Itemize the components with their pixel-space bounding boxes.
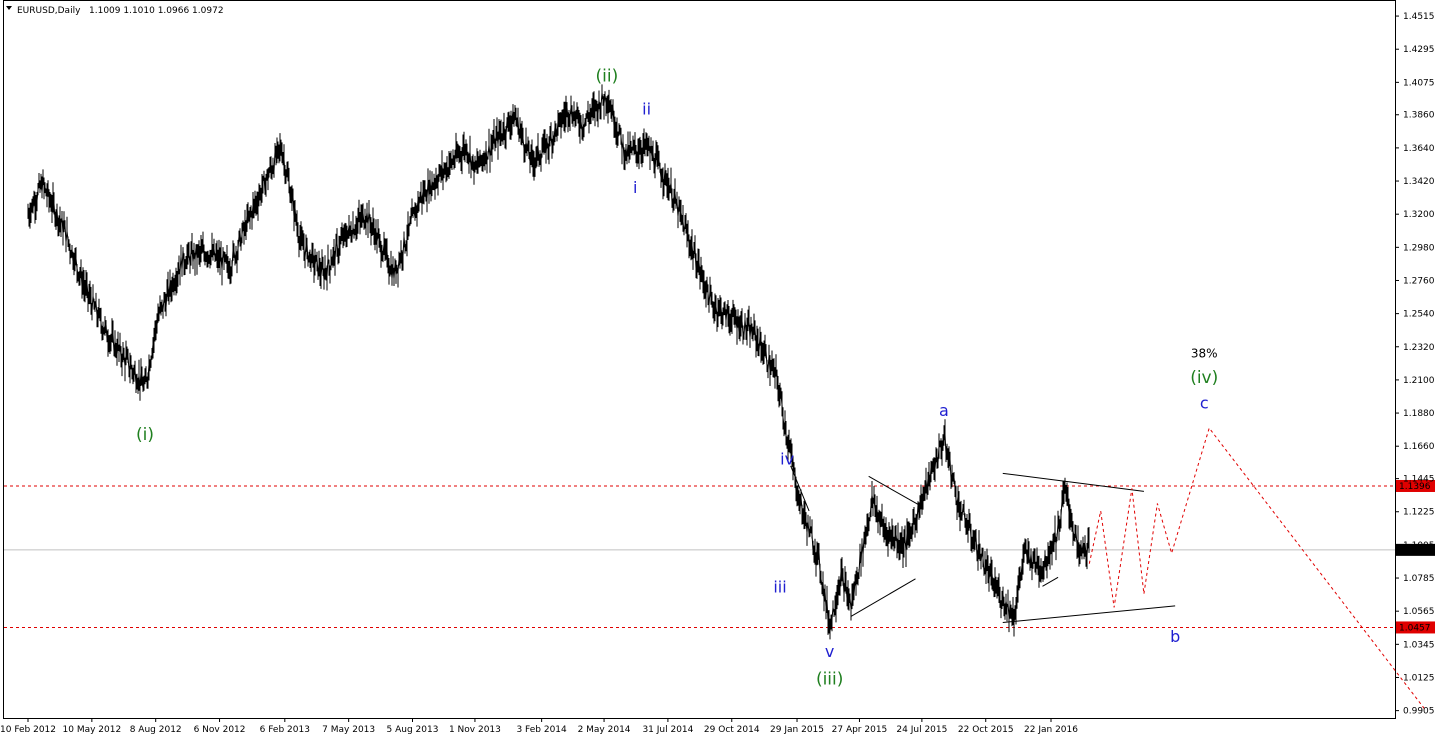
x-tick-label: 10 Feb 2012 [0,725,56,735]
wave-label: (ii) [596,67,619,87]
wave-label: ii [642,100,651,119]
wave-label: iv [780,449,794,468]
wave-label: i [633,178,637,197]
y-tick-label: 1.4075 [1403,78,1435,88]
y-tick-label: 1.4295 [1403,45,1435,55]
wave-label: c [1200,394,1209,413]
y-tick-label: 1.1225 [1403,508,1435,518]
y-tick-label: 1.3640 [1403,144,1435,154]
wave-label: b [1170,627,1180,646]
price-axis: 1.4515 1.4295 1.4075 1.3860 1.3640 1.3420 1.32… [1395,12,1435,717]
y-tick-label: 1.0565 [1403,607,1435,617]
y-tick-label: 0.9905 [1403,707,1435,717]
level-price-label: 1.0457 [1399,623,1431,633]
x-tick-label: 6 Feb 2013 [260,725,310,735]
x-tick-label: 22 Oct 2015 [958,725,1014,735]
y-tick-label: 1.2100 [1403,376,1435,386]
wave-label: iii [773,577,786,596]
y-tick-label: 1.0345 [1403,640,1435,650]
x-tick-label: 3 Feb 2014 [516,725,567,735]
y-tick-label: 1.1660 [1403,442,1435,452]
wave-label: v [825,642,834,661]
x-tick-label: 24 Jul 2015 [896,725,947,735]
wave-label: a [939,401,949,420]
y-tick-label: 1.4515 [1403,12,1435,22]
x-tick-label: 27 Apr 2015 [832,725,888,735]
symbol-label: EURUSD,Daily [17,6,81,16]
y-tick-label: 1.3200 [1403,210,1435,220]
time-axis: 10 Feb 2012 10 May 2012 8 Aug 2012 6 Nov 20… [0,718,1078,735]
wave-label: 38% [1191,346,1218,360]
x-tick-label: 5 Aug 2013 [387,725,439,735]
wave-label: (iii) [816,669,843,689]
y-tick-label: 1.1445 [1403,475,1435,485]
wave-label: (i) [136,425,154,445]
eurusd-daily-chart[interactable]: 1.0972 1.1396 1.0457 (i) (ii) i ii iii iv v (iii)… [0,0,1436,742]
chart-canvas: 1.09721.13961.0457 (i)(ii)iiiiiiivv(iii)… [0,0,1435,735]
y-tick-label: 1.0125 [1403,673,1435,683]
y-tick-label: 1.1880 [1403,409,1435,419]
x-tick-label: 1 Nov 2013 [449,725,501,735]
x-tick-label: 7 May 2013 [322,725,375,735]
y-tick-label: 1.3420 [1403,177,1435,187]
x-tick-label: 2 May 2014 [578,725,631,735]
x-tick-label: 29 Jan 2015 [770,725,824,735]
y-tick-label: 1.0785 [1403,574,1435,584]
y-tick-label: 1.2760 [1403,276,1435,286]
wave-label: (iv) [1190,368,1218,388]
x-tick-label: 29 Oct 2014 [704,725,760,735]
x-tick-label: 31 Jul 2014 [642,725,693,735]
y-tick-label: 1.2980 [1403,243,1435,253]
y-tick-label: 1.3860 [1403,111,1435,121]
x-tick-label: 22 Jan 2016 [1024,725,1078,735]
y-tick-label: 1.1005 [1403,541,1435,551]
x-tick-label: 8 Aug 2012 [130,725,182,735]
chart-header: EURUSD,Daily 1.1009 1.1010 1.0966 1.0972 [6,6,224,16]
y-tick-label: 1.2540 [1403,310,1435,320]
y-tick-label: 1.2320 [1403,343,1435,353]
ohlc-values: 1.1009 1.1010 1.0966 1.0972 [89,6,224,16]
x-tick-label: 6 Nov 2012 [194,725,246,735]
x-tick-label: 10 May 2012 [63,725,122,735]
plot-frame [3,0,1396,719]
